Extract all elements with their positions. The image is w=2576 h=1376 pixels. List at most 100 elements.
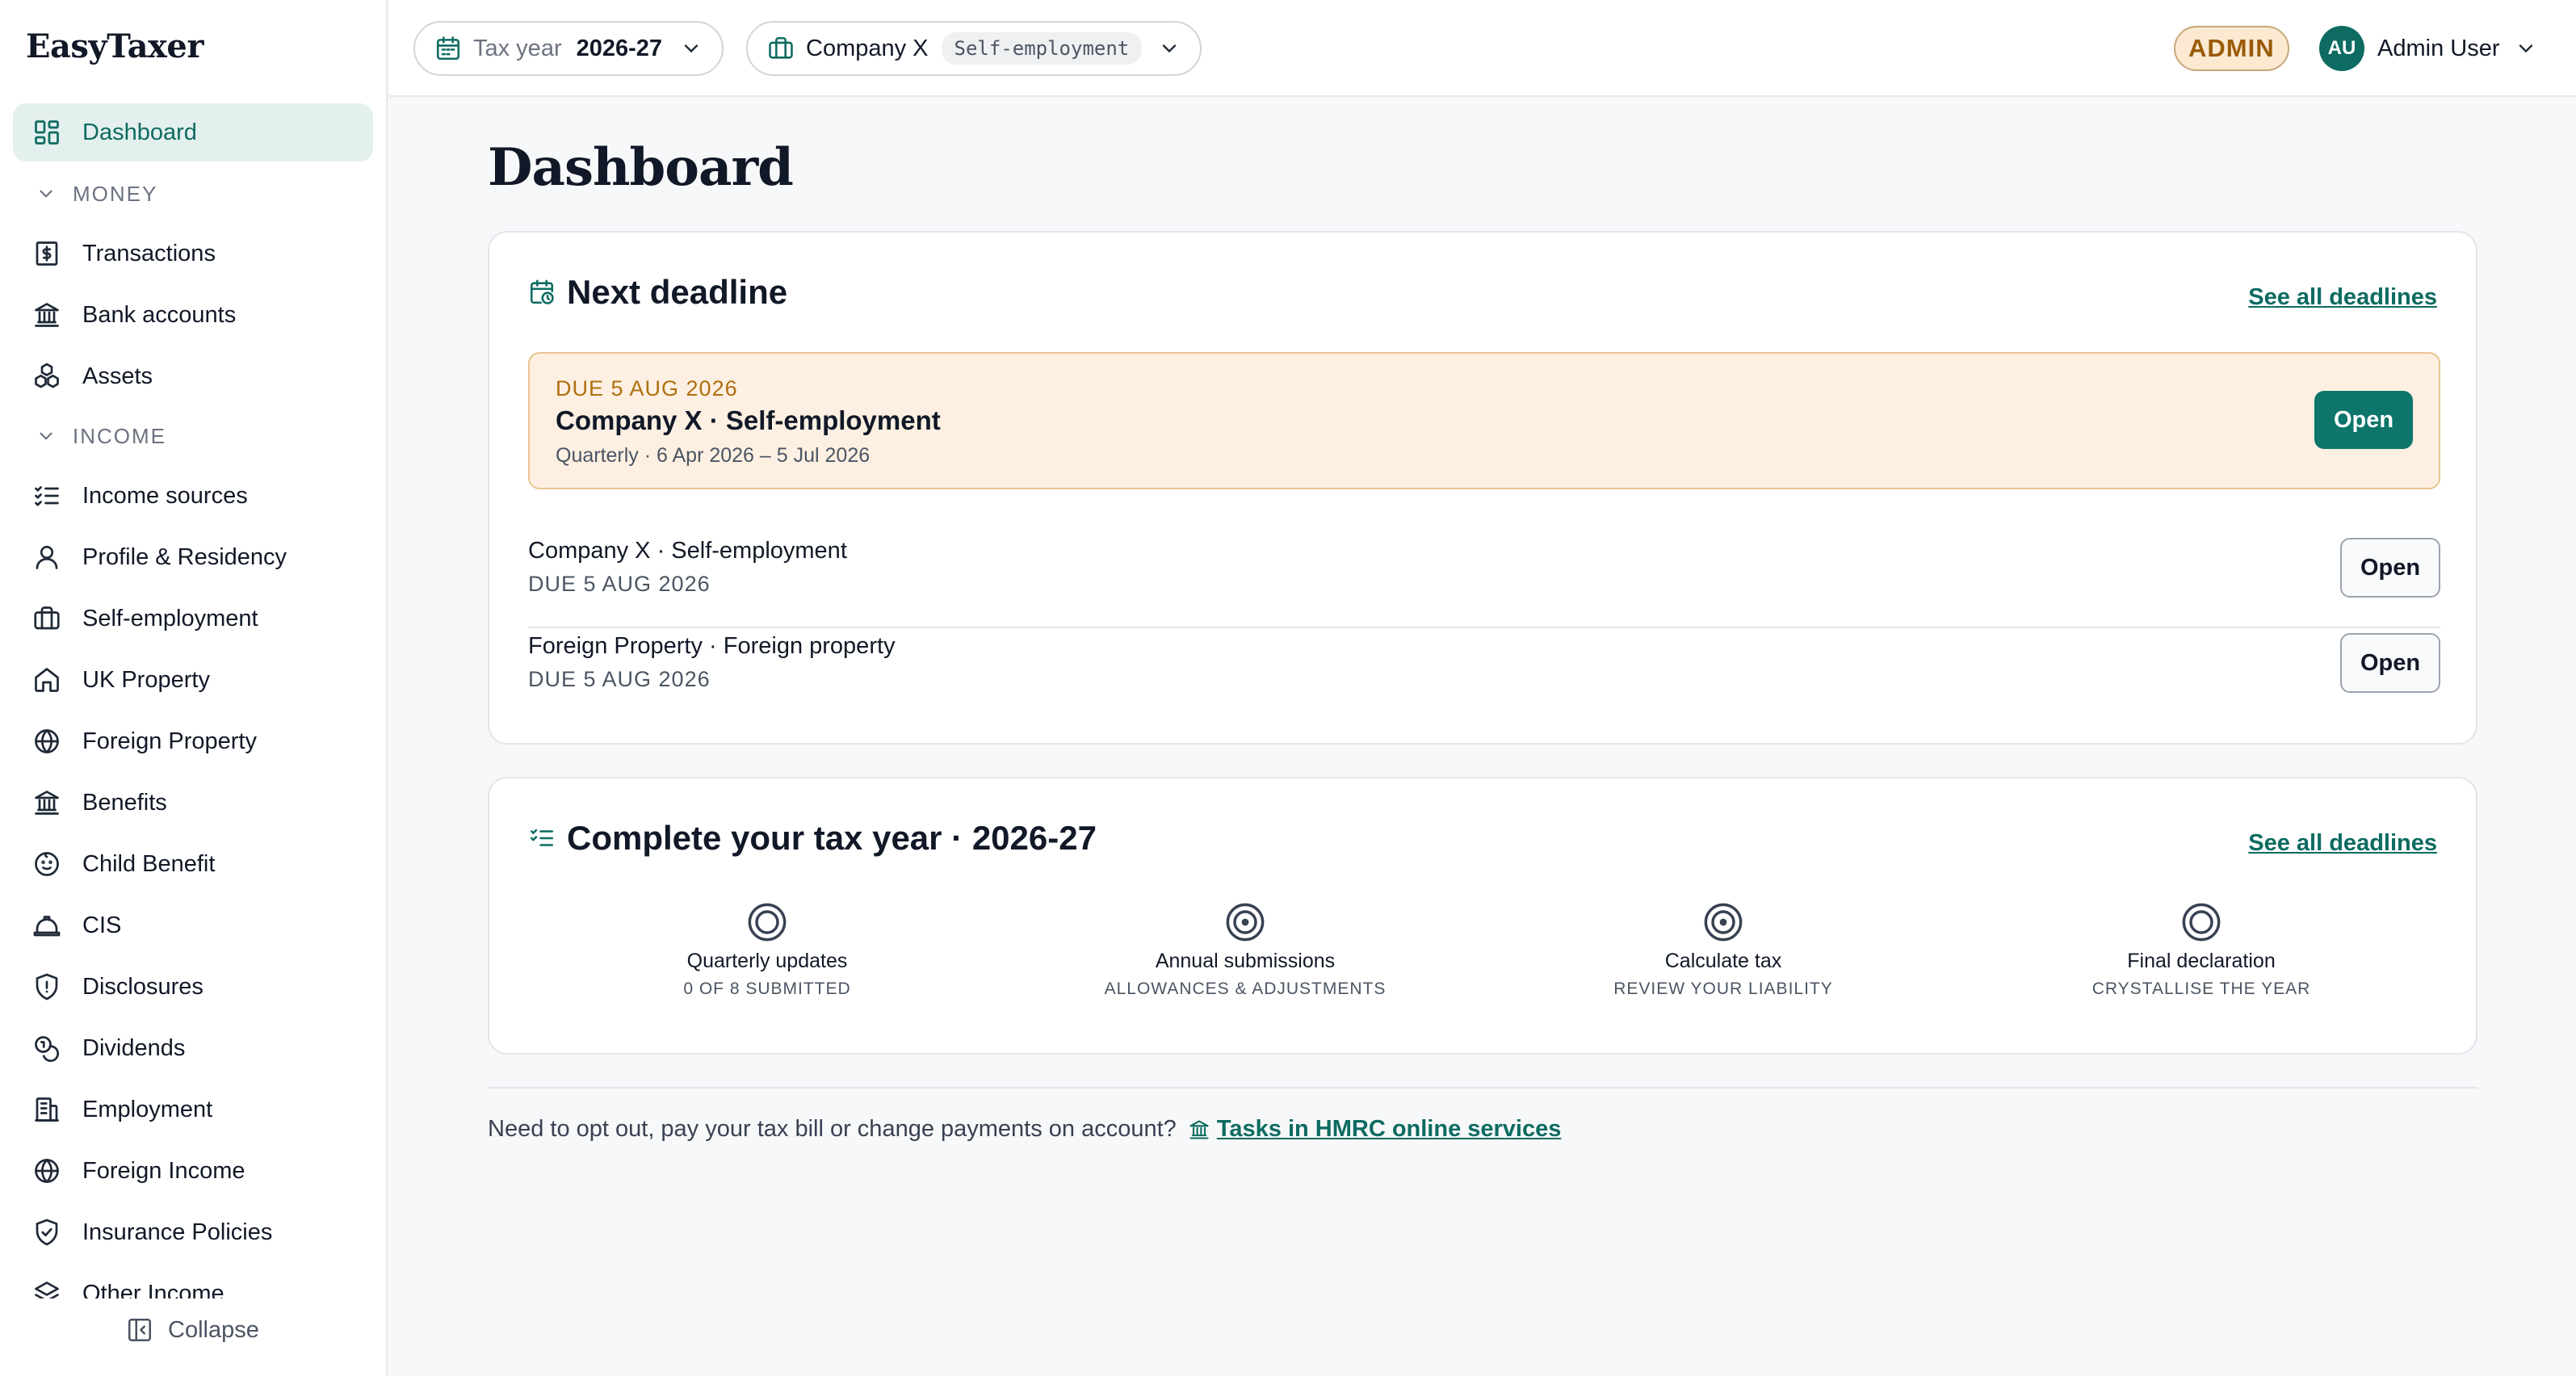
hmrc-online-services-link[interactable]: Tasks in HMRC online services bbox=[1217, 1116, 1562, 1143]
sidebar-item-label: Child Benefit bbox=[82, 850, 216, 877]
deadline-row-due: DUE 5 AUG 2026 bbox=[528, 572, 711, 596]
sidebar-item-label: UK Property bbox=[82, 666, 210, 693]
step-annual-submissions[interactable]: Annual submissions ALLOWANCES & ADJUSTME… bbox=[1006, 901, 1484, 1014]
checklist-icon bbox=[35, 486, 59, 506]
next-deadline-card: Next deadline See all deadlines DUE 5 AU… bbox=[488, 231, 2477, 745]
bank-icon bbox=[35, 791, 59, 815]
globe-icon bbox=[35, 1159, 59, 1183]
collapse-sidebar-button[interactable]: Collapse bbox=[126, 1316, 259, 1344]
user-menu[interactable]: AU Admin User bbox=[2319, 26, 2537, 71]
tax-year-progress-header: Complete your tax year · 2026-27 bbox=[528, 819, 1097, 858]
sidebar-item-foreign-property[interactable]: Foreign Property bbox=[13, 711, 373, 772]
sidebar-item-label: Income sources bbox=[82, 482, 248, 509]
circle-icon bbox=[2182, 903, 2221, 942]
sidebar-item-disclosures[interactable]: Disclosures bbox=[13, 956, 373, 1017]
tax-year-progress-card: Complete your tax year · 2026-27 See all… bbox=[488, 777, 2477, 1055]
company-name: Company X bbox=[806, 35, 929, 61]
avatar: AU bbox=[2319, 26, 2364, 71]
open-deadline-button[interactable]: Open bbox=[2314, 391, 2413, 449]
user-name: Admin User bbox=[2377, 35, 2500, 61]
see-all-deadlines-link[interactable]: See all deadlines bbox=[2248, 830, 2437, 857]
sidebar-item-assets[interactable]: Assets bbox=[13, 346, 373, 407]
sidebar-item-label: Insurance Policies bbox=[82, 1219, 273, 1245]
next-deadline-title: Next deadline bbox=[567, 273, 788, 311]
collapse-label: Collapse bbox=[168, 1316, 259, 1343]
sidebar-item-label: Profile & Residency bbox=[82, 543, 287, 570]
sidebar-item-foreign-income[interactable]: Foreign Income bbox=[13, 1140, 373, 1202]
checklist-icon bbox=[530, 829, 554, 846]
step-title: Quarterly updates bbox=[686, 950, 848, 972]
globe-icon bbox=[35, 729, 59, 753]
circle-dot-icon bbox=[1226, 903, 1265, 942]
chevron-down-icon bbox=[1163, 44, 1177, 53]
see-all-deadlines-link[interactable]: See all deadlines bbox=[2248, 284, 2437, 311]
step-subtitle: CRYSTALLISE THE YEAR bbox=[2091, 980, 2311, 998]
sidebar-item-employment[interactable]: Employment bbox=[13, 1079, 373, 1140]
sidebar-collapse-icon bbox=[128, 1318, 152, 1342]
chevron-down-icon bbox=[684, 44, 699, 53]
open-deadline-row-button[interactable]: Open bbox=[2340, 633, 2440, 693]
sidebar-item-child-benefit[interactable]: Child Benefit bbox=[13, 833, 373, 895]
sidebar-item-label: Benefits bbox=[82, 789, 167, 816]
deadline-row-title: Company X · Self-employment bbox=[528, 538, 847, 564]
brand-logo[interactable]: EasyTaxer bbox=[26, 27, 203, 65]
sidebar-section-label: INCOME bbox=[73, 423, 166, 448]
step-final-declaration[interactable]: Final declaration CRYSTALLISE THE YEAR bbox=[1962, 901, 2440, 1014]
coins-icon bbox=[35, 1036, 60, 1063]
step-title: Final declaration bbox=[2127, 950, 2276, 972]
sidebar-item-label: Dividends bbox=[82, 1034, 186, 1061]
top-bar: Tax year 2026-27 Company X Self-employme… bbox=[389, 0, 2576, 97]
building-icon bbox=[35, 1097, 59, 1122]
sidebar-item-dashboard[interactable]: Dashboard bbox=[13, 103, 373, 162]
sidebar-item-transactions[interactable]: Transactions bbox=[13, 223, 373, 284]
sidebar-item-self-employment[interactable]: Self-employment bbox=[13, 588, 373, 649]
sidebar-item-label: Other Income bbox=[82, 1280, 224, 1299]
dashboard-grid-icon bbox=[35, 120, 59, 145]
sidebar-item-uk-property[interactable]: UK Property bbox=[13, 649, 373, 711]
sidebar-item-insurance-policies[interactable]: Insurance Policies bbox=[13, 1202, 373, 1263]
sidebar-item-bank-accounts[interactable]: Bank accounts bbox=[13, 284, 373, 346]
chevron-down-icon bbox=[40, 190, 52, 198]
sidebar-section-income[interactable]: INCOME bbox=[13, 407, 373, 465]
tax-year-value: 2026-27 bbox=[576, 35, 663, 61]
tax-year-selector[interactable]: Tax year 2026-27 bbox=[413, 21, 724, 76]
footer-text: Need to opt out, pay your tax bill or ch… bbox=[488, 1116, 1177, 1142]
sidebar-section-money[interactable]: MONEY bbox=[13, 165, 373, 223]
briefcase-icon bbox=[34, 606, 60, 630]
company-selector[interactable]: Company X Self-employment bbox=[746, 21, 1202, 76]
sidebar-item-dividends[interactable]: Dividends bbox=[13, 1017, 373, 1079]
briefcase-icon bbox=[769, 36, 793, 59]
calendar-icon bbox=[436, 36, 460, 61]
hmrc-footer-note: Need to opt out, pay your tax bill or ch… bbox=[488, 1116, 1561, 1143]
chevron-down-icon bbox=[40, 432, 52, 440]
divider bbox=[488, 1087, 2477, 1089]
sidebar-item-other-income[interactable]: Other Income bbox=[13, 1263, 373, 1298]
step-title: Calculate tax bbox=[1664, 950, 1782, 972]
sidebar-section-label: MONEY bbox=[73, 181, 158, 206]
next-deadline-highlight: DUE 5 AUG 2026 Company X · Self-employme… bbox=[528, 352, 2440, 489]
deadline-row-title: Foreign Property · Foreign property bbox=[528, 633, 896, 659]
chevron-down-icon bbox=[2519, 44, 2532, 53]
sidebar-item-cis[interactable]: CIS bbox=[13, 895, 373, 956]
sidebar-item-label: Foreign Property bbox=[82, 728, 257, 754]
step-quarterly-updates[interactable]: Quarterly updates 0 OF 8 SUBMITTED bbox=[528, 901, 1006, 1014]
step-subtitle: ALLOWANCES & ADJUSTMENTS bbox=[1104, 980, 1387, 998]
step-calculate-tax[interactable]: Calculate tax REVIEW YOUR LIABILITY bbox=[1484, 901, 1962, 1014]
layers-icon bbox=[35, 1282, 59, 1298]
admin-badge: ADMIN bbox=[2174, 26, 2289, 71]
shield-alert-icon bbox=[36, 973, 58, 1001]
deadline-due-date: DUE 5 AUG 2026 bbox=[556, 376, 738, 401]
deadline-row-due: DUE 5 AUG 2026 bbox=[528, 667, 711, 691]
sidebar-item-income-sources[interactable]: Income sources bbox=[13, 465, 373, 526]
sidebar-item-label: Self-employment bbox=[82, 605, 258, 631]
open-deadline-row-button[interactable]: Open bbox=[2340, 538, 2440, 598]
page-title: Dashboard bbox=[488, 137, 794, 198]
sidebar-item-benefits[interactable]: Benefits bbox=[13, 772, 373, 833]
sidebar-item-label: Employment bbox=[82, 1096, 213, 1122]
company-type-tag: Self-employment bbox=[941, 32, 1143, 65]
step-subtitle: REVIEW YOUR LIABILITY bbox=[1613, 980, 1833, 998]
tax-year-progress-title: Complete your tax year · 2026-27 bbox=[567, 819, 1097, 857]
deadline-row: Company X · Self-employment DUE 5 AUG 20… bbox=[528, 533, 2440, 628]
step-subtitle: 0 OF 8 SUBMITTED bbox=[683, 980, 851, 998]
sidebar-item-profile-residency[interactable]: Profile & Residency bbox=[13, 526, 373, 588]
